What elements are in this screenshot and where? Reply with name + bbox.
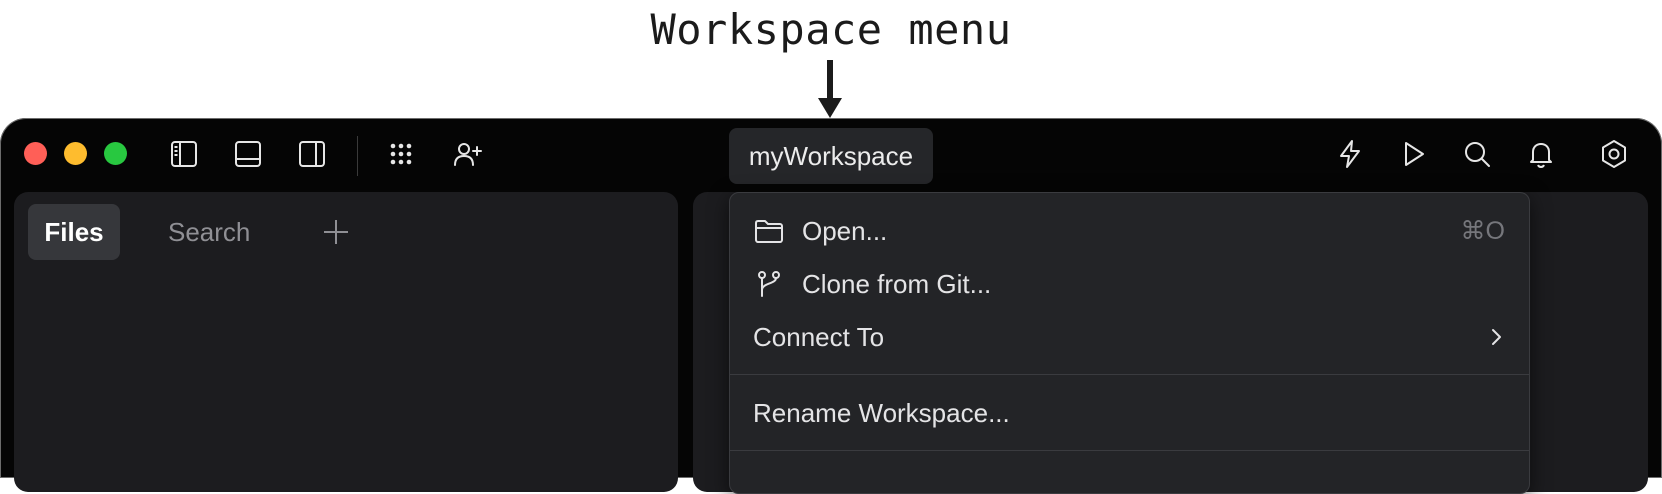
settings-button[interactable] — [1594, 134, 1634, 174]
menu-item-open[interactable]: Open... ⌘O — [730, 206, 1529, 256]
toolbar-divider — [357, 136, 358, 176]
keyboard-shortcut: ⌘O — [1460, 217, 1505, 245]
sidebar-right-icon — [299, 141, 325, 167]
menu-separator — [730, 450, 1529, 451]
toggle-right-sidebar-button[interactable] — [292, 134, 332, 174]
settings-hexagon-icon — [1602, 140, 1626, 168]
sidebar-left-icon — [171, 141, 197, 167]
zoom-window-button[interactable] — [104, 142, 127, 165]
toggle-bottom-panel-button[interactable] — [228, 134, 268, 174]
menu-item-label: Open... — [802, 215, 888, 246]
notifications-button[interactable] — [1521, 134, 1561, 174]
apps-button[interactable] — [381, 134, 421, 174]
lightning-icon — [1340, 140, 1360, 168]
menu-item-label: Connect To — [753, 321, 885, 352]
folder-icon — [752, 214, 786, 248]
tab-search[interactable]: Search — [168, 204, 250, 260]
window-controls — [24, 142, 127, 165]
panel-bottom-icon — [235, 141, 261, 167]
chevron-right-icon — [1492, 329, 1501, 345]
minimize-window-button[interactable] — [64, 142, 87, 165]
menu-item-label: Clone from Git... — [802, 268, 992, 299]
app-window: myWorkspace Files Search Open... ⌘O Clon… — [0, 118, 1662, 494]
menu-item-clone-from-git[interactable]: Clone from Git... — [730, 259, 1529, 309]
tab-files[interactable]: Files — [28, 204, 120, 260]
workspace-menu-button[interactable]: myWorkspace — [729, 128, 933, 184]
menu-item-label: Rename Workspace... — [753, 397, 1010, 428]
arrow-down-icon — [818, 60, 842, 118]
actions-button[interactable] — [1330, 134, 1370, 174]
play-icon — [1405, 142, 1424, 166]
git-branch-icon — [752, 267, 786, 301]
workspace-dropdown-menu: Open... ⌘O Clone from Git... Connect To … — [729, 192, 1530, 494]
bell-icon — [1530, 143, 1552, 168]
menu-separator — [730, 374, 1529, 375]
menu-item-rename-workspace[interactable]: Rename Workspace... — [730, 388, 1529, 438]
toggle-left-sidebar-button[interactable] — [164, 134, 204, 174]
annotation-caption: Workspace menu — [650, 5, 1012, 54]
menu-item-connect-to[interactable]: Connect To — [730, 312, 1529, 362]
add-tab-icon[interactable] — [320, 216, 352, 248]
close-window-button[interactable] — [24, 142, 47, 165]
left-sidebar-panel: Files Search — [14, 192, 678, 492]
search-button[interactable] — [1457, 134, 1497, 174]
search-icon — [1465, 142, 1490, 167]
invite-user-button[interactable] — [447, 134, 487, 174]
add-user-icon — [454, 143, 482, 166]
run-button[interactable] — [1393, 134, 1433, 174]
apps-grid-icon — [390, 143, 412, 165]
